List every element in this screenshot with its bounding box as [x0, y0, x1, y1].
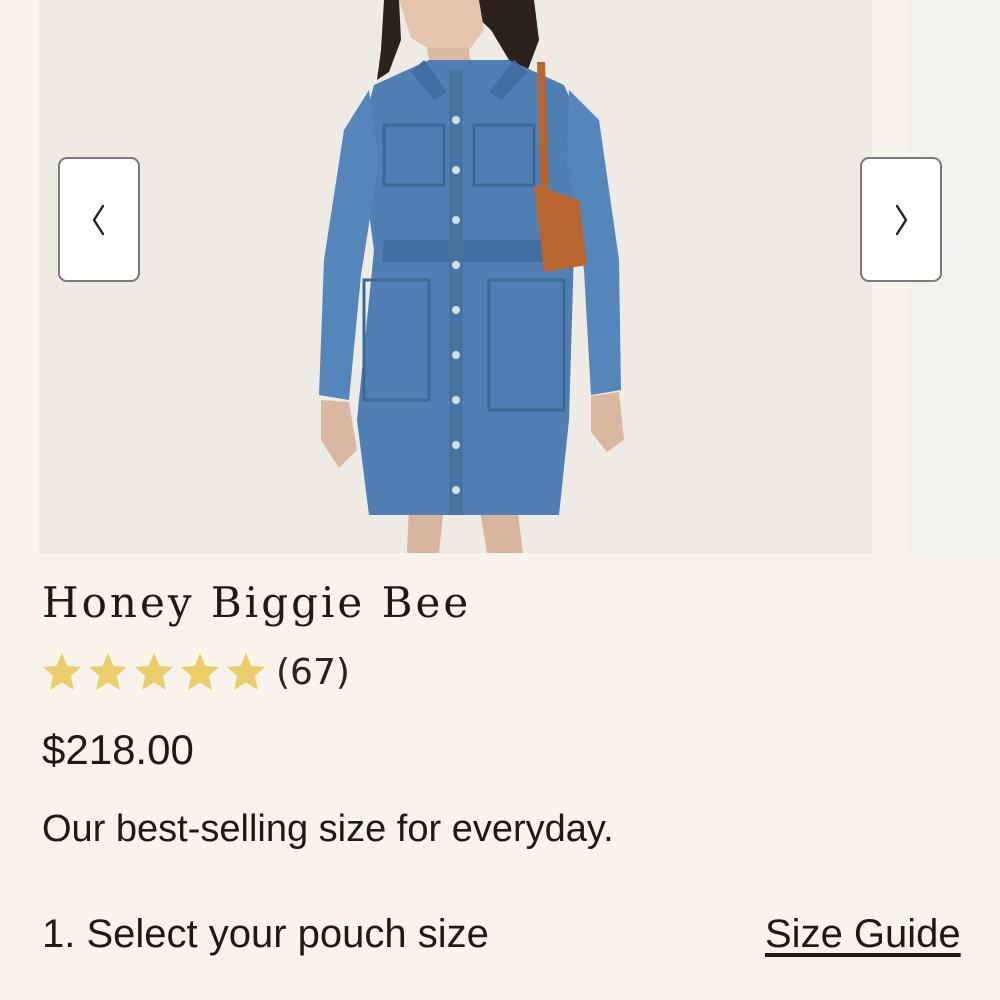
size-guide-link[interactable]: Size Guide — [765, 912, 961, 957]
model-photo — [39, 0, 872, 553]
product-price: $218.00 — [42, 726, 194, 773]
star-icon — [43, 653, 81, 690]
star-icon — [181, 653, 219, 690]
star-icon — [227, 653, 265, 690]
star-icon — [89, 653, 127, 690]
product-description: Our best-selling size for everyday. — [42, 808, 614, 850]
product-page: Honey Biggie Bee (67) $218.00 Our best-s… — [0, 0, 1000, 1000]
product-image — [39, 0, 872, 553]
carousel-prev-button[interactable] — [58, 157, 140, 282]
carousel-next-button[interactable] — [860, 157, 942, 282]
chevron-left-icon — [92, 204, 105, 235]
star-rating — [40, 650, 268, 694]
chevron-right-icon — [895, 204, 908, 235]
star-icon — [135, 653, 173, 690]
size-step-label: 1. Select your pouch size — [42, 912, 489, 956]
review-count[interactable]: (67) — [276, 652, 350, 693]
image-carousel[interactable] — [0, 0, 1000, 553]
product-title: Honey Biggie Bee — [42, 578, 472, 627]
rating[interactable]: (67) — [40, 650, 350, 694]
